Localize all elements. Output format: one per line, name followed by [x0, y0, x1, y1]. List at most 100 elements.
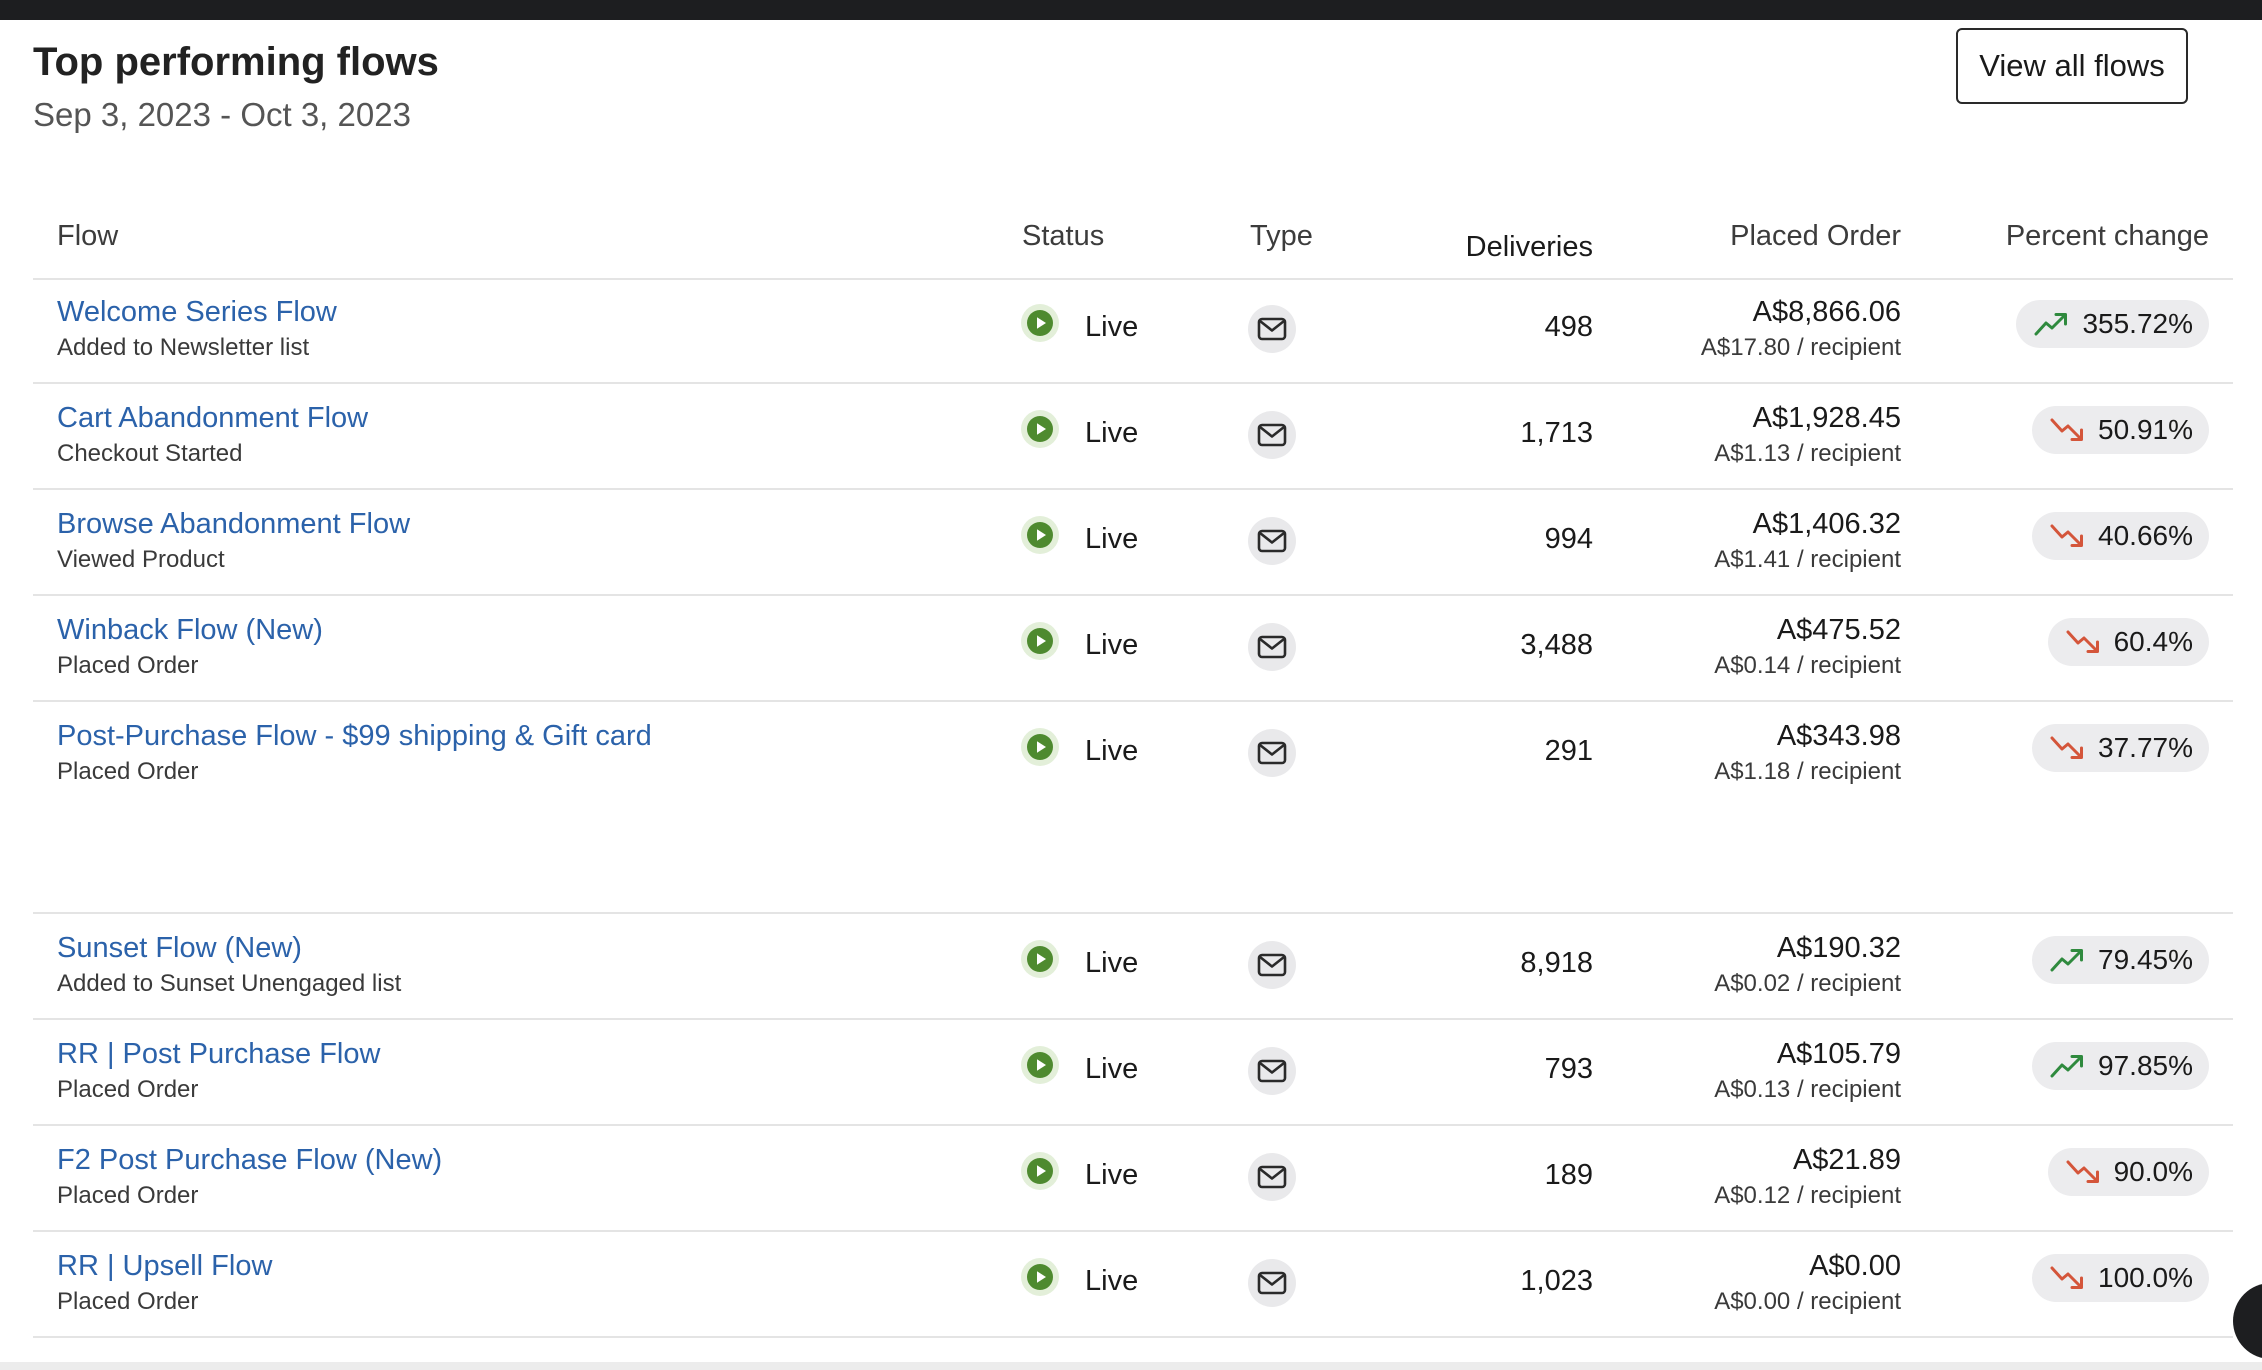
table-row: F2 Post Purchase Flow (New) Placed Order…	[33, 1126, 2233, 1232]
deliveries-value: 793	[1544, 1053, 1593, 1085]
help-chat-button[interactable]	[2233, 1283, 2262, 1359]
envelope-icon	[1248, 1047, 1296, 1095]
page-divider	[0, 1362, 2262, 1370]
status-label: Live	[1085, 523, 1139, 555]
percent-change-badge: 79.45%	[2032, 936, 2209, 984]
percent-change-badge: 40.66%	[2032, 512, 2209, 560]
view-all-flows-button[interactable]: View all flows	[1956, 28, 2188, 104]
table-row: Welcome Series Flow Added to Newsletter …	[33, 278, 2233, 384]
deliveries-value: 189	[1544, 1159, 1593, 1191]
deliveries-value: 8,918	[1520, 947, 1593, 979]
play-circle-icon	[1020, 303, 1060, 343]
per-recipient-value: A$1.18 / recipient	[1714, 758, 1901, 785]
placed-order-value: A$8,866.06	[1752, 296, 1901, 328]
flow-name-link[interactable]: F2 Post Purchase Flow (New)	[57, 1144, 442, 1177]
percent-change-badge: 50.91%	[2032, 406, 2209, 454]
flow-name-link[interactable]: Sunset Flow (New)	[57, 932, 302, 965]
play-circle-icon	[1020, 1257, 1060, 1297]
percent-change-badge: 90.0%	[2047, 1148, 2209, 1196]
trend-down-icon	[2050, 735, 2084, 761]
trend-down-icon	[2050, 417, 2084, 443]
trend-down-icon	[2050, 1265, 2084, 1291]
flow-trigger: Added to Newsletter list	[57, 334, 310, 361]
flow-trigger: Placed Order	[57, 1076, 199, 1103]
column-header-placed-order: Placed Order	[1730, 220, 1901, 252]
percent-change-badge: 60.4%	[2047, 618, 2209, 666]
flow-name-link[interactable]: RR | Upsell Flow	[57, 1250, 272, 1283]
flow-trigger: Placed Order	[57, 758, 199, 785]
per-recipient-value: A$0.00 / recipient	[1714, 1288, 1901, 1315]
envelope-icon	[1248, 941, 1296, 989]
trend-down-icon	[2066, 1159, 2100, 1185]
percent-change-badge: 100.0%	[2032, 1254, 2209, 1302]
deliveries-value: 498	[1544, 311, 1593, 343]
table-row: Cart Abandonment Flow Checkout Started L…	[33, 384, 2233, 490]
per-recipient-value: A$0.13 / recipient	[1714, 1076, 1901, 1103]
percent-change-badge: 97.85%	[2032, 1042, 2209, 1090]
table-row: Post-Purchase Flow - $99 shipping & Gift…	[33, 702, 2233, 914]
flow-trigger: Placed Order	[57, 1182, 199, 1209]
envelope-icon	[1248, 1153, 1296, 1201]
deliveries-value: 1,713	[1520, 417, 1593, 449]
table-row: RR | Post Purchase Flow Placed Order Liv…	[33, 1020, 2233, 1126]
column-header-flow: Flow	[57, 220, 119, 252]
envelope-icon	[1248, 411, 1296, 459]
placed-order-value: A$190.32	[1776, 932, 1901, 964]
percent-change-value: 37.77%	[2098, 732, 2193, 763]
per-recipient-value: A$1.13 / recipient	[1714, 440, 1901, 467]
envelope-icon	[1248, 729, 1296, 777]
table-row: Winback Flow (New) Placed Order Live 3,4…	[33, 596, 2233, 702]
column-header-percent-change: Percent change	[2005, 220, 2209, 252]
play-circle-icon	[1020, 409, 1060, 449]
flow-name-link[interactable]: Welcome Series Flow	[57, 296, 337, 329]
status-label: Live	[1085, 417, 1139, 449]
percent-change-value: 79.45%	[2098, 944, 2193, 975]
column-header-type: Type	[1250, 220, 1313, 252]
deliveries-value: 291	[1544, 735, 1593, 767]
table-row: Browse Abandonment Flow Viewed Product L…	[33, 490, 2233, 596]
percent-change-badge: 355.72%	[2016, 300, 2209, 348]
table-header: Flow Status Type Deliveries Placed Order…	[33, 198, 2233, 280]
flow-name-link[interactable]: Browse Abandonment Flow	[57, 508, 410, 541]
percent-change-value: 40.66%	[2098, 520, 2193, 551]
flow-name-link[interactable]: Post-Purchase Flow - $99 shipping & Gift…	[57, 720, 652, 753]
placed-order-value: A$21.89	[1792, 1144, 1901, 1176]
per-recipient-value: A$0.12 / recipient	[1714, 1182, 1901, 1209]
per-recipient-value: A$0.14 / recipient	[1714, 652, 1901, 679]
placed-order-value: A$475.52	[1776, 614, 1901, 646]
card-title: Top performing flows	[33, 40, 439, 84]
status-label: Live	[1085, 1053, 1139, 1085]
status-label: Live	[1085, 1159, 1139, 1191]
flow-name-link[interactable]: Cart Abandonment Flow	[57, 402, 368, 435]
deliveries-value: 3,488	[1520, 629, 1593, 661]
percent-change-value: 90.0%	[2113, 1156, 2193, 1187]
flow-trigger: Added to Sunset Unengaged list	[57, 970, 402, 997]
per-recipient-value: A$1.41 / recipient	[1714, 546, 1901, 573]
placed-order-value: A$1,928.45	[1752, 402, 1901, 434]
percent-change-value: 50.91%	[2098, 414, 2193, 445]
deliveries-value: 1,023	[1520, 1265, 1593, 1297]
date-range: Sep 3, 2023 - Oct 3, 2023	[33, 96, 411, 133]
trend-up-icon	[2050, 947, 2084, 973]
placed-order-value: A$0.00	[1809, 1250, 1901, 1282]
play-circle-icon	[1020, 1045, 1060, 1085]
flow-trigger: Checkout Started	[57, 440, 243, 467]
column-header-status: Status	[1022, 220, 1105, 252]
envelope-icon	[1248, 1259, 1296, 1307]
column-header-deliveries: Deliveries	[1465, 231, 1593, 263]
trend-down-icon	[2066, 629, 2100, 655]
trend-down-icon	[2050, 523, 2084, 549]
table-row: Sunset Flow (New) Added to Sunset Unenga…	[33, 914, 2233, 1020]
percent-change-value: 100.0%	[2098, 1262, 2193, 1293]
flow-name-link[interactable]: RR | Post Purchase Flow	[57, 1038, 380, 1071]
play-circle-icon	[1020, 621, 1060, 661]
status-label: Live	[1085, 629, 1139, 661]
placed-order-value: A$343.98	[1776, 720, 1901, 752]
envelope-icon	[1248, 623, 1296, 671]
envelope-icon	[1248, 517, 1296, 565]
flow-trigger: Placed Order	[57, 1288, 199, 1315]
percent-change-badge: 37.77%	[2032, 724, 2209, 772]
play-circle-icon	[1020, 1151, 1060, 1191]
deliveries-value: 994	[1544, 523, 1593, 555]
flow-name-link[interactable]: Winback Flow (New)	[57, 614, 323, 647]
